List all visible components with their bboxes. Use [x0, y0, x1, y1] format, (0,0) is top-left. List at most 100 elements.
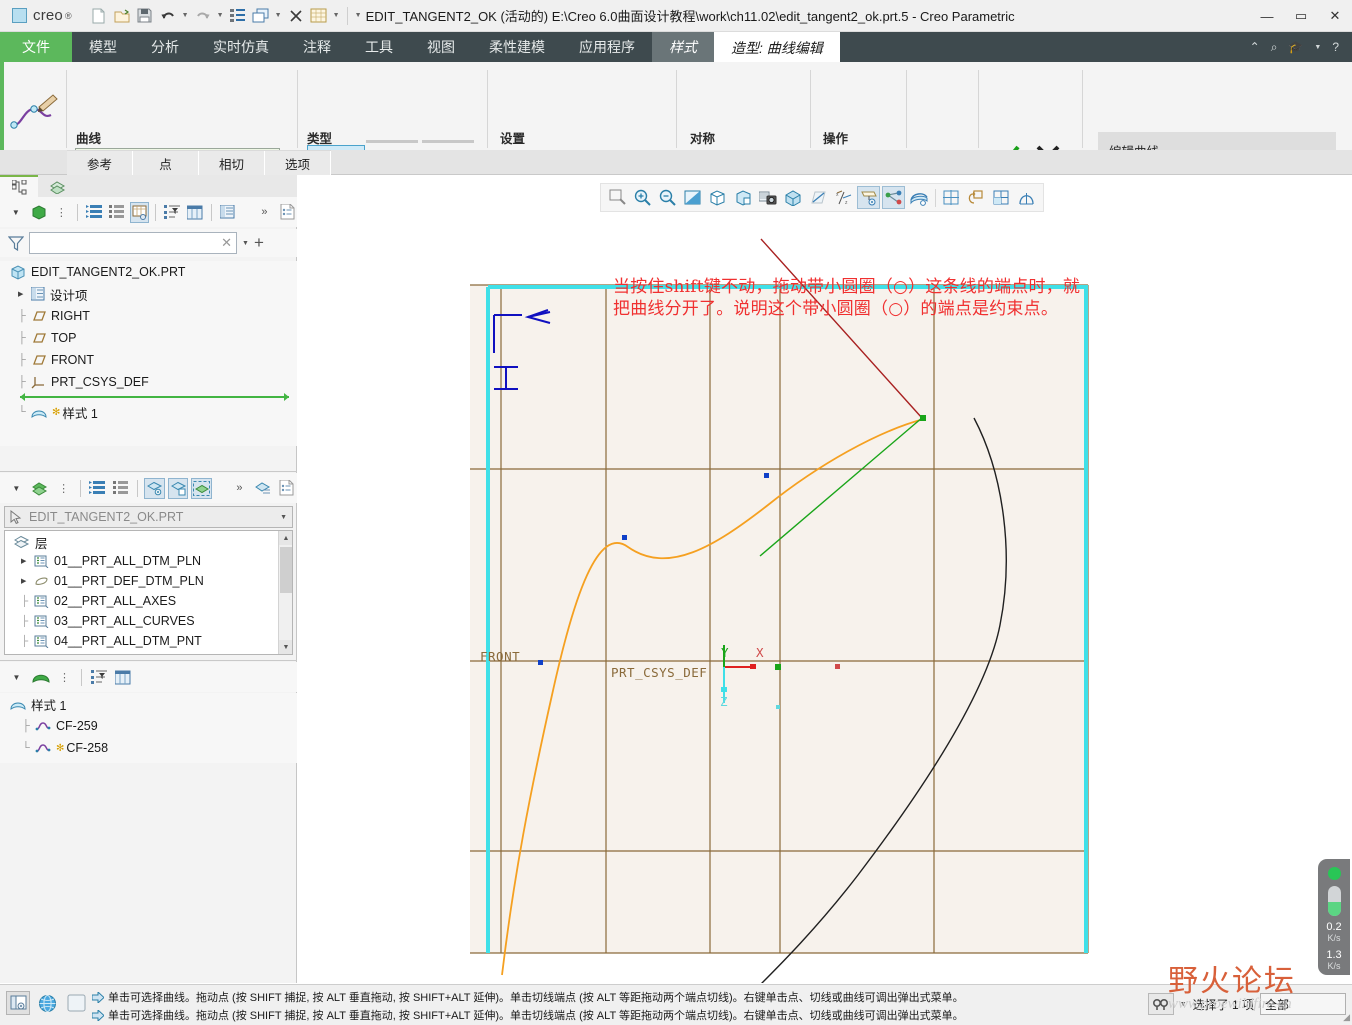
style-filters-icon[interactable] [88, 667, 109, 688]
collapse-ribbon-icon[interactable]: ⌃ [1250, 40, 1260, 54]
layer-tree-menu-icon[interactable]: ⋮ [53, 478, 74, 499]
layer-item-3[interactable]: ├ 03__PRT_ALL_CURVES [5, 611, 292, 631]
subtab-tangency[interactable]: 相切 [199, 151, 265, 175]
tab-tools[interactable]: 工具 [348, 32, 410, 62]
save-file-icon[interactable] [134, 5, 156, 27]
layer-collapse-all-icon[interactable] [110, 478, 131, 499]
navigator-tab-layer-tree[interactable] [38, 175, 76, 197]
expand-all-icon[interactable] [84, 202, 104, 223]
display-style-icon[interactable] [308, 5, 330, 27]
style-columns-icon[interactable] [112, 667, 133, 688]
scrollbar-thumb[interactable] [280, 547, 292, 593]
tab-model[interactable]: 模型 [72, 32, 134, 62]
web-browser-icon[interactable] [35, 991, 59, 1015]
filter-dropdown-arrow-icon[interactable]: ▼ [242, 240, 249, 247]
layer-overflow-icon[interactable]: » [229, 478, 250, 499]
redo-icon[interactable] [192, 5, 214, 27]
help-icon[interactable]: ? [1332, 40, 1339, 54]
regenerate-icon[interactable] [227, 5, 249, 27]
close-button[interactable]: ✕ [1318, 0, 1352, 32]
selection-filter-dropdown[interactable]: 全部 [1260, 993, 1346, 1015]
window-dropdown-arrow-icon[interactable]: ▼ [273, 5, 284, 27]
model-tree-collapse-arrow-icon[interactable]: ▼ [6, 202, 26, 223]
graduation-cap-icon[interactable]: 🎓 [1288, 40, 1303, 54]
tree-item-style-1[interactable]: └ ✻ 样式 1 [10, 401, 297, 423]
full-screen-icon[interactable] [64, 991, 88, 1015]
model-tree-part-icon[interactable] [29, 202, 49, 223]
tree-item-top[interactable]: ├ TOP [10, 327, 297, 349]
style-tree-root[interactable]: 样式 1 [10, 693, 297, 715]
layer-list-scrollbar[interactable]: ▲ ▼ [278, 531, 292, 654]
layers-stack-icon[interactable] [30, 478, 51, 499]
tab-applications[interactable]: 应用程序 [562, 32, 652, 62]
tab-flexible-modeling[interactable]: 柔性建模 [472, 32, 562, 62]
minimize-button[interactable]: — [1250, 0, 1284, 32]
tab-view[interactable]: 视图 [410, 32, 472, 62]
layer-expand-all-icon[interactable] [87, 478, 108, 499]
resize-grip-icon[interactable]: ◢ [1343, 1012, 1350, 1023]
subtab-points[interactable]: 点 [133, 151, 199, 175]
layer-item-4[interactable]: ├ 04__PRT_ALL_DTM_PNT [5, 631, 292, 651]
chevron-down-icon[interactable]: ▼ [1314, 44, 1321, 51]
tree-item-design-items[interactable]: ▶ 设计项 [10, 283, 297, 305]
layer-item-2[interactable]: ├ 02__PRT_ALL_AXES [5, 591, 292, 611]
tab-style[interactable]: 样式 [652, 32, 714, 62]
tree-item-csys[interactable]: ├ PRT_CSYS_DEF [10, 371, 297, 393]
scroll-up-icon[interactable]: ▲ [279, 531, 292, 545]
undo-dropdown-arrow-icon[interactable]: ▼ [180, 5, 191, 27]
search-icon[interactable]: ⌕ [1271, 40, 1278, 55]
style-tree-menu-icon[interactable]: ⋮ [54, 667, 75, 688]
style-tree-collapse-arrow-icon[interactable]: ▼ [6, 667, 27, 688]
tree-root-item[interactable]: EDIT_TANGENT2_OK.PRT [10, 261, 297, 283]
model-tree-toggle-icon[interactable] [6, 991, 30, 1015]
clear-search-icon[interactable]: ✕ [221, 235, 232, 251]
subtab-references[interactable]: 参考 [67, 151, 133, 175]
layer-tree-collapse-arrow-icon[interactable]: ▼ [6, 478, 27, 499]
tab-file[interactable]: 文件 [0, 32, 72, 62]
collapse-all-icon[interactable] [107, 202, 127, 223]
layer-show-hide-icon[interactable] [144, 477, 165, 499]
expand-arrow-icon[interactable]: ▶ [21, 577, 29, 585]
tree-overflow-icon[interactable]: » [255, 202, 275, 223]
style-surface-icon[interactable] [30, 667, 51, 688]
network-speed-widget[interactable]: 0.2 K/s 1.3 K/s [1318, 859, 1350, 975]
tab-realtime-simulation[interactable]: 实时仿真 [196, 32, 286, 62]
window-icon[interactable] [250, 5, 272, 27]
tree-item-front[interactable]: ├ FRONT [10, 349, 297, 371]
layer-active-model-selector[interactable]: EDIT_TANGENT2_OK.PRT ▼ [4, 506, 293, 528]
redo-dropdown-arrow-icon[interactable]: ▼ [215, 5, 226, 27]
layer-item-0[interactable]: ▶ 01__PRT_ALL_DTM_PLN [5, 551, 292, 571]
find-dropdown-arrow-icon[interactable]: ▼ [1180, 1001, 1187, 1008]
qat-overflow-arrow-icon[interactable]: ▼ [353, 5, 364, 27]
undo-icon[interactable] [157, 5, 179, 27]
tree-settings-sheet-icon[interactable] [277, 202, 297, 223]
layer-root-item[interactable]: 层 [5, 531, 292, 551]
expand-arrow-icon[interactable]: ▶ [18, 290, 26, 298]
graphics-viewport[interactable]: xz FRONT PRT_CSYS_DEF X Y Z 当按住shift键不动，… [298, 175, 1352, 983]
model-tree-search-input[interactable]: ✕ [29, 232, 237, 254]
model-tree-menu-icon[interactable]: ⋮ [51, 202, 71, 223]
close-window-icon[interactable] [285, 5, 307, 27]
open-file-icon[interactable] [111, 5, 133, 27]
expand-arrow-icon[interactable]: ▶ [21, 557, 29, 565]
layer-sheet-icon[interactable] [276, 478, 297, 499]
new-file-icon[interactable] [88, 5, 110, 27]
display-style-dropdown-arrow-icon[interactable]: ▼ [331, 5, 342, 27]
layer-isolate-icon[interactable] [167, 477, 189, 499]
tree-filters-icon[interactable] [162, 202, 182, 223]
navigator-tab-model-tree[interactable] [0, 175, 38, 197]
layer-model-dropdown-arrow-icon[interactable]: ▼ [280, 514, 292, 521]
design-items-list-icon[interactable] [218, 202, 238, 223]
style-tree-item-cf259[interactable]: ├ CF-259 [10, 715, 297, 737]
style-tree-item-cf258[interactable]: └ ✻ CF-258 [10, 737, 297, 759]
layer-selection-icon[interactable] [191, 477, 213, 499]
layer-item-1[interactable]: ▶ 01__PRT_DEF_DTM_PLN [5, 571, 292, 591]
subtab-options[interactable]: 选项 [265, 151, 331, 175]
tree-item-right[interactable]: ├ RIGHT [10, 305, 297, 327]
tab-analysis[interactable]: 分析 [134, 32, 196, 62]
tab-style-curve-edit[interactable]: 造型: 曲线编辑 [714, 32, 840, 62]
add-filter-icon[interactable]: + [254, 234, 264, 251]
tree-columns-icon[interactable] [185, 202, 205, 223]
layer-props-icon[interactable] [253, 478, 274, 499]
tree-display-filter-icon[interactable] [129, 201, 150, 223]
